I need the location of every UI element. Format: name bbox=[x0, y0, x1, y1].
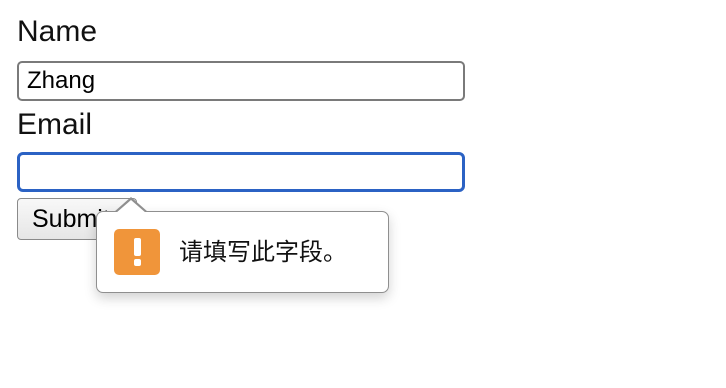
email-label: Email bbox=[17, 108, 93, 141]
email-input[interactable] bbox=[17, 152, 465, 192]
exclamation-bar bbox=[134, 238, 141, 256]
tooltip-arrow-fill bbox=[116, 200, 146, 213]
warning-exclamation-icon bbox=[114, 229, 160, 275]
exclamation-dot bbox=[134, 259, 141, 266]
name-label: Name bbox=[17, 15, 98, 48]
name-input[interactable] bbox=[17, 61, 465, 101]
form-page: Name Email Submit 请填写此字段。 bbox=[0, 0, 726, 388]
validation-tooltip: 请填写此字段。 bbox=[96, 197, 389, 293]
validation-message: 请填写此字段。 bbox=[179, 238, 347, 266]
